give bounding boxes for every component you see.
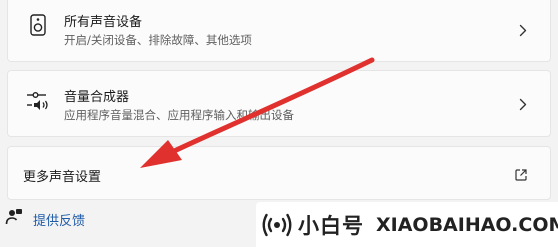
external-link-icon[interactable]: [514, 167, 528, 181]
speaker-icon: [26, 13, 50, 37]
volume-mixer-description: 应用程序音量混合、应用程序输入和输出设备: [64, 108, 294, 122]
more-sound-settings-card[interactable]: 更多声音设置: [7, 146, 551, 200]
chevron-right-icon[interactable]: [516, 23, 530, 37]
watermark-bar: 小白号 XIAOBAIHAO.COM: [256, 202, 558, 247]
feedback-icon: [5, 208, 23, 230]
broadcast-icon: [262, 212, 292, 238]
watermark-url: XIAOBAIHAO.COM: [376, 213, 558, 236]
volume-mixer-card[interactable]: 音量合成器 应用程序音量混合、应用程序输入和输出设备: [7, 70, 551, 137]
more-sound-settings-title: 更多声音设置: [23, 170, 102, 185]
feedback-link[interactable]: 提供反馈: [5, 208, 85, 230]
chevron-right-icon[interactable]: [516, 97, 530, 111]
all-sound-devices-title: 所有声音设备: [64, 15, 143, 30]
feedback-label: 提供反馈: [33, 213, 86, 229]
watermark-name: 小白号: [298, 213, 364, 238]
volume-mixer-title: 音量合成器: [64, 90, 130, 105]
mixer-icon: [26, 88, 50, 112]
all-sound-devices-description: 开启/关闭设备、排除故障、其他选项: [64, 33, 252, 47]
all-sound-devices-card[interactable]: 所有声音设备 开启/关闭设备、排除故障、其他选项: [7, 0, 551, 62]
